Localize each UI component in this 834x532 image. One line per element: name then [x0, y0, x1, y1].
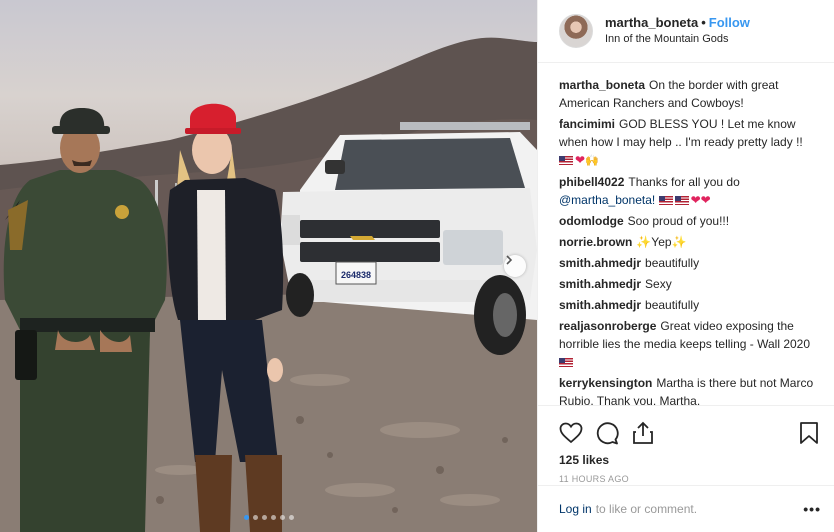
- comment-text: beautifully: [645, 256, 700, 270]
- license-plate: 264838: [341, 270, 371, 280]
- comment-button[interactable]: [595, 421, 619, 445]
- heart-icon: ❤: [700, 193, 711, 207]
- sparkles-icon: ✨: [671, 235, 687, 249]
- comment-username[interactable]: fancimimi: [559, 117, 615, 131]
- action-icons: [559, 414, 821, 452]
- flag-us-icon: [658, 196, 673, 205]
- comment-item: realjasonroberge Great video exposing the…: [559, 317, 821, 371]
- comment-text: Thanks for all you do: [628, 175, 740, 189]
- heart-icon: ❤: [575, 153, 586, 167]
- comment-item: fancimimi GOD BLESS YOU ! Let me know whe…: [559, 115, 821, 170]
- carousel-indicator: [0, 515, 537, 520]
- comment-text: Sexy: [645, 277, 672, 291]
- comments-list: martha_boneta On the border with great Am…: [538, 63, 834, 405]
- praise-hands-icon: 🙌: [585, 154, 599, 167]
- login-prompt: Log in to like or comment. •••: [538, 485, 834, 532]
- save-button[interactable]: [797, 421, 821, 445]
- comment-username[interactable]: kerrykensington: [559, 376, 652, 390]
- post-timestamp[interactable]: 11 HOURS AGO: [559, 473, 821, 485]
- flag-us-icon: [559, 358, 573, 367]
- likes-count[interactable]: 125 likes: [559, 452, 821, 468]
- more-options-button[interactable]: •••: [803, 501, 821, 517]
- comment-item: phibell4022 Thanks for all you do @martha…: [559, 173, 821, 209]
- separator-dot: •: [701, 15, 706, 30]
- header-text: martha_boneta • Follow Inn of the Mountain…: [605, 15, 750, 47]
- login-link[interactable]: Log in: [559, 502, 592, 516]
- flag-us-icon: [674, 196, 689, 205]
- post-header: martha_boneta • Follow Inn of the Mountain…: [538, 0, 834, 63]
- carousel-next-button[interactable]: [504, 255, 526, 277]
- comment-username[interactable]: smith.ahmedjr: [559, 298, 641, 312]
- follow-button[interactable]: Follow: [709, 15, 750, 30]
- carousel-dot: [261, 515, 267, 520]
- comment-icon: [596, 422, 619, 445]
- post-sidebar: martha_boneta • Follow Inn of the Mountain…: [537, 0, 834, 532]
- carousel-dot: [288, 515, 294, 520]
- comment-username[interactable]: smith.ahmedjr: [559, 256, 641, 270]
- comment-text: Soo proud of you!!!: [627, 214, 730, 228]
- mention-link[interactable]: @martha_boneta!: [559, 193, 655, 207]
- avatar[interactable]: [559, 14, 593, 48]
- bookmark-icon: [800, 422, 818, 444]
- post-actions: 125 likes 11 HOURS AGO: [538, 405, 834, 485]
- comment-item: smith.ahmedjr beautifully: [559, 296, 821, 314]
- comment-username[interactable]: phibell4022: [559, 175, 624, 189]
- carousel-dot: [279, 515, 285, 520]
- sparkles-icon: ✨: [636, 235, 652, 249]
- flag-us-icon: [559, 156, 573, 165]
- heart-icon: ❤: [690, 193, 701, 207]
- post-photo[interactable]: 264838: [0, 0, 537, 532]
- carousel-dot: [243, 515, 249, 520]
- chevron-right-icon: [506, 255, 513, 265]
- caption: martha_boneta On the border with great Am…: [559, 76, 821, 112]
- username-link[interactable]: martha_boneta: [605, 15, 698, 30]
- location-link[interactable]: Inn of the Mountain Gods: [605, 32, 750, 47]
- header-line: martha_boneta • Follow: [605, 15, 750, 31]
- comment-username[interactable]: realjasonroberge: [559, 319, 656, 333]
- comment-item: norrie.brown ✨Yep✨: [559, 233, 821, 251]
- carousel-dot: [252, 515, 258, 520]
- comment-text: beautifully: [645, 298, 700, 312]
- share-button[interactable]: [631, 421, 655, 445]
- comment-text: Yep: [651, 235, 672, 249]
- photo-scene: 264838: [0, 37, 537, 532]
- comment-item: smith.ahmedjr beautifully: [559, 254, 821, 272]
- login-prompt-text: to like or comment.: [595, 502, 698, 516]
- comment-item: kerrykensington Martha is there but not M…: [559, 374, 821, 405]
- comment-username[interactable]: odomlodge: [559, 214, 624, 228]
- share-icon: [633, 421, 653, 444]
- comment-item: smith.ahmedjr Sexy: [559, 275, 821, 293]
- comment-username[interactable]: martha_boneta: [559, 78, 645, 92]
- comment-username[interactable]: smith.ahmedjr: [559, 277, 641, 291]
- carousel-dot: [270, 515, 276, 520]
- comment-username[interactable]: norrie.brown: [559, 235, 632, 249]
- heart-outline-icon: [559, 422, 583, 444]
- comment-item: odomlodge Soo proud of you!!!: [559, 212, 821, 230]
- like-button[interactable]: [559, 421, 583, 445]
